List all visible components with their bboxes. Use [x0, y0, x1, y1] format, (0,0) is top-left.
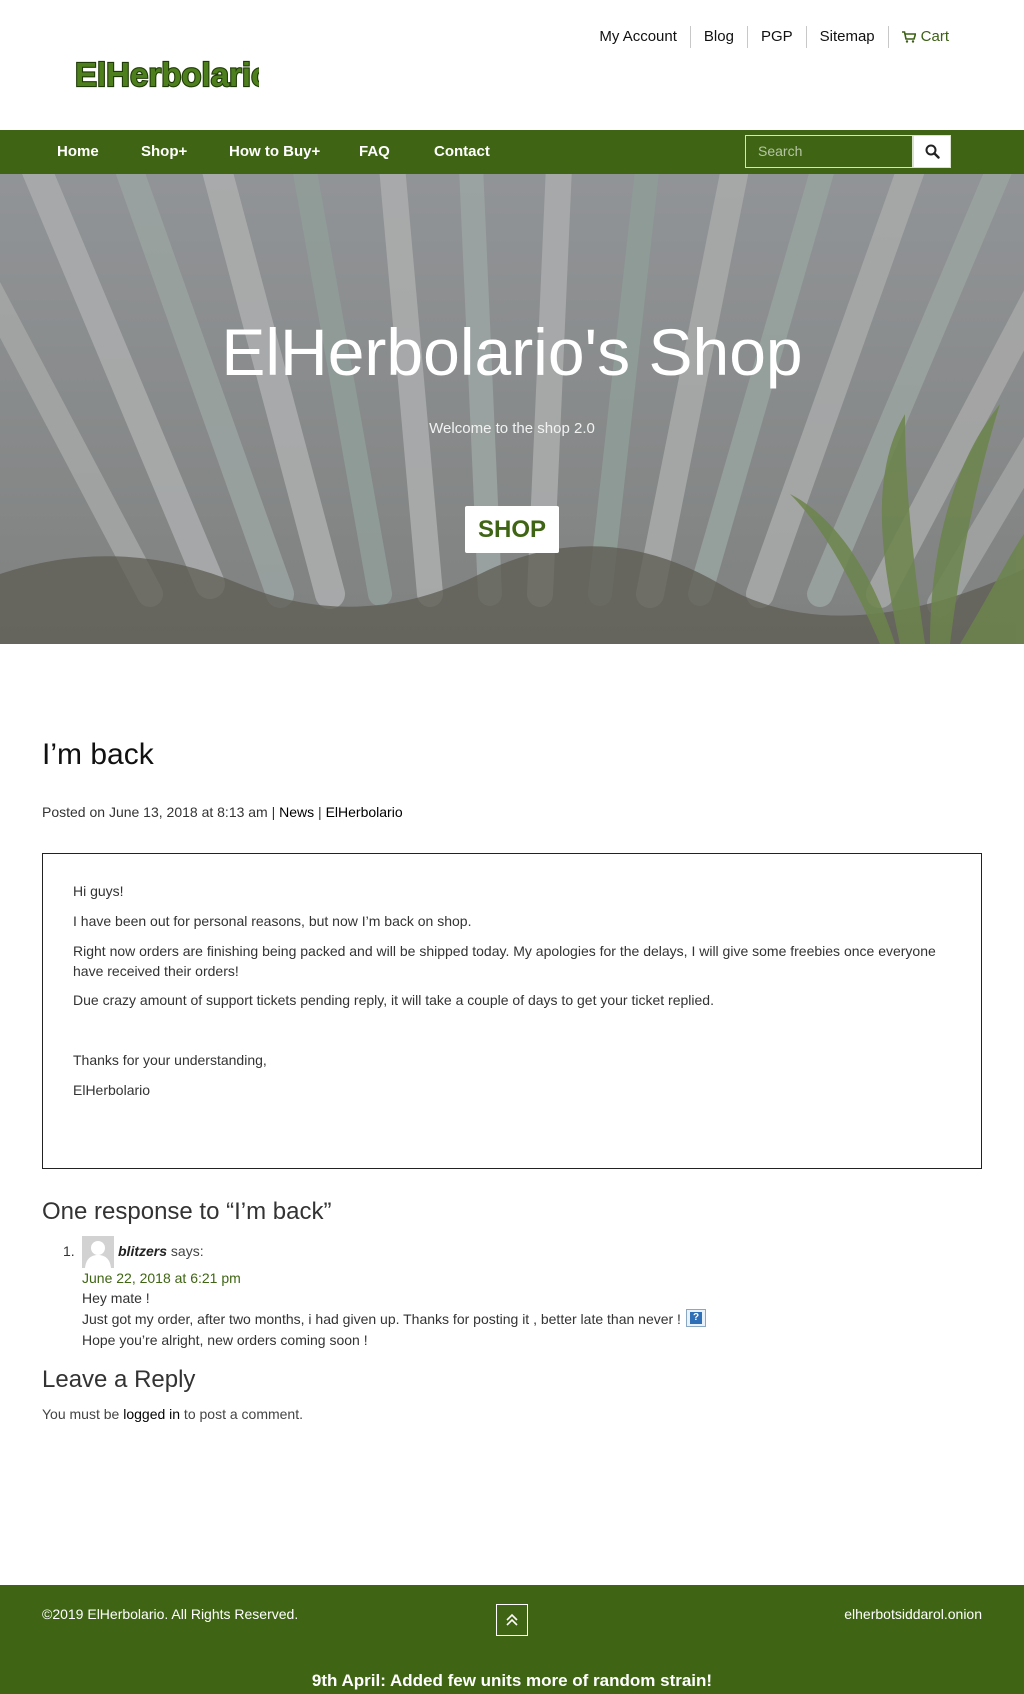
footer-news-ticker: 9th April: Added few units more of rando… [311, 1671, 713, 1690]
footer: ©2019 ElHerbolario. All Rights Reserved.… [0, 1585, 1024, 1694]
reply-note: You must be logged in to post a comment. [42, 1406, 303, 1422]
comment-line: Hope you’re alright, new orders coming s… [82, 1332, 368, 1348]
comment-line: Just got my order, after two months, i h… [82, 1311, 681, 1327]
hero-overlay [0, 174, 1024, 644]
reply-title: Leave a Reply [42, 1366, 196, 1393]
comment-author: blitzers says: [118, 1243, 204, 1259]
scroll-to-top-icon [506, 1613, 518, 1626]
avatar [82, 1236, 114, 1268]
footer-copyright: ©2019 ElHerbolario. All Rights Reserved. [42, 1606, 299, 1622]
pgp-link[interactable]: PGP [746, 26, 806, 48]
scroll-to-top-button[interactable] [496, 1604, 528, 1636]
shop-button[interactable]: SHOP [465, 506, 559, 553]
post-paragraph: Due crazy amount of support tickets pend… [73, 992, 714, 1008]
main-nav: Home Shop+ How to Buy+ FAQ Contact Searc… [0, 130, 1024, 174]
site-logo[interactable]: ElHerbolario [73, 55, 272, 94]
comment-line: Hey mate ! [82, 1290, 150, 1306]
post-title: I’m back [42, 738, 154, 771]
comment-date-link[interactable]: June 22, 2018 at 6:21 pm [82, 1270, 241, 1286]
smiley-glyph: ? [690, 1312, 702, 1324]
post-meta: Posted on June 13, 2018 at 8:13 am | New… [42, 804, 403, 820]
hero-title: ElHerbolario's Shop [221, 315, 803, 389]
post-author-link[interactable]: ElHerbolario [326, 804, 403, 820]
nav-item-shop[interactable]: Shop+ [141, 130, 187, 174]
comments-title: One response to “I’m back” [42, 1198, 332, 1225]
hero-banner: ElHerbolario's Shop Welcome to the shop … [0, 174, 1024, 644]
smiley-icon: ? [686, 1309, 706, 1327]
blog-link[interactable]: Blog [689, 26, 747, 48]
post-category-link[interactable]: News [279, 804, 314, 820]
comment-says: says: [170, 1243, 204, 1259]
comment-number: 1. [63, 1243, 75, 1259]
cart-link[interactable]: Cart [887, 26, 949, 48]
post-content: Hi guys! I have been out for personal re… [42, 853, 982, 1169]
top-links: My Account Blog PGP Sitemap Cart [599, 26, 949, 48]
reply-suffix: to post a comment. [180, 1406, 303, 1422]
post-paragraph: Hi guys! [73, 883, 124, 899]
default-avatar-icon [82, 1236, 114, 1268]
sitemap-link[interactable]: Sitemap [805, 26, 888, 48]
search-icon [925, 144, 940, 159]
cart-label: Cart [920, 28, 949, 45]
nav-item-faq[interactable]: FAQ [359, 130, 390, 174]
search-input[interactable]: Search [745, 135, 913, 168]
post-paragraph: ElHerbolario [73, 1082, 151, 1098]
post-date: Posted on June 13, 2018 at 8:13 am | [42, 804, 280, 820]
reply-prefix: You must be [42, 1406, 124, 1422]
nav-item-contact[interactable]: Contact [434, 130, 490, 174]
login-link[interactable]: logged in [123, 1406, 180, 1422]
nav-item-how-to-buy[interactable]: How to Buy+ [229, 130, 320, 174]
meta-separator: | [314, 804, 326, 820]
post-paragraph: I have been out for personal reasons, bu… [73, 913, 472, 929]
hero-subtitle: Welcome to the shop 2.0 [429, 420, 595, 437]
cart-icon [901, 31, 916, 43]
my-account-link[interactable]: My Account [599, 26, 690, 48]
nav-item-home[interactable]: Home [57, 130, 99, 174]
post-paragraph: Thanks for your understanding, [73, 1052, 267, 1068]
logo-text: ElHerbolario [75, 56, 259, 93]
comment-author-name: blitzers [118, 1243, 168, 1259]
search-button[interactable] [913, 135, 951, 168]
logo-graphic: ElHerbolario [74, 55, 272, 94]
footer-onion-address: elherbotsiddarol.onion [844, 1606, 982, 1622]
post-paragraph: Right now orders are finishing being pac… [73, 943, 936, 979]
top-bar: ElHerbolario My Account Blog PGP Sitemap… [0, 0, 1024, 130]
